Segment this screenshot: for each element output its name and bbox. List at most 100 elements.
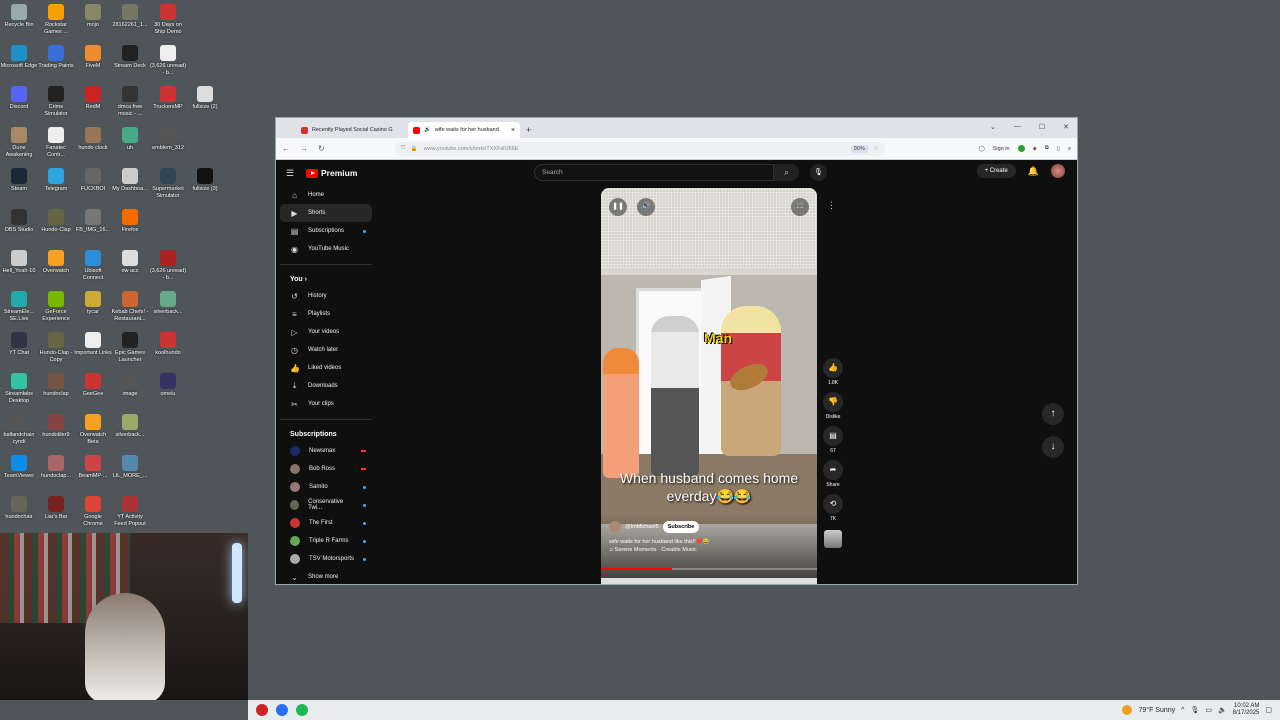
desktop-icon[interactable]: mojo <box>74 4 112 29</box>
desktop-icon[interactable]: Hundo-Clap - Copy <box>37 332 75 364</box>
desktop-icon[interactable]: Recycle Bin <box>0 4 38 29</box>
desktop-icon[interactable]: emblem_312 <box>149 127 187 152</box>
next-short-arrow-down-icon[interactable]: ↓ <box>1042 436 1064 458</box>
sidebar-item-your-clips[interactable]: ✂ Your clips <box>280 395 372 413</box>
desktop-icon[interactable]: 30 Days on Ship Demo <box>149 4 187 36</box>
search-input[interactable]: Search <box>534 164 774 181</box>
desktop-icon[interactable]: YT Activity Feed Popout <box>111 496 149 528</box>
volume-icon[interactable]: 🔊 <box>637 198 655 216</box>
desktop-icon[interactable]: Hell_Yeah-10 <box>0 250 38 275</box>
desktop-icon[interactable]: hundochair <box>0 496 38 521</box>
speaker-tray-icon[interactable]: 🔈 <box>1218 706 1227 714</box>
tab-youtube[interactable]: 🔊 wife waits for her husband × <box>408 122 520 138</box>
desktop-icon[interactable]: Telegram <box>37 168 75 193</box>
subscription-samito[interactable]: Samito <box>280 478 372 496</box>
desktop-icon[interactable]: BeamMP-... <box>74 455 112 480</box>
desktop-icon[interactable]: (3,626 unread) - b... <box>149 250 187 282</box>
desktop-icon[interactable]: StreamEle... SE.Live <box>0 291 38 323</box>
desktop-icon[interactable]: TeamViewer <box>0 455 38 480</box>
tab-casino[interactable]: Recently Played Social Casino G <box>296 122 408 138</box>
signin-button[interactable]: Sign in <box>993 146 1010 152</box>
account-icon[interactable]: ◯ <box>979 146 985 152</box>
desktop-icon[interactable]: GeeGee <box>74 373 112 398</box>
desktop-icon[interactable]: Ubisoft Connect <box>74 250 112 282</box>
extension-icon[interactable] <box>1017 145 1025 152</box>
create-button[interactable]: + Create <box>976 164 1016 178</box>
address-bar[interactable]: ⛉ 🔒 www.youtube.com/shorts/TXXFxlIJ56E 9… <box>394 141 885 156</box>
you-header[interactable]: You › <box>280 271 372 287</box>
desktop-icon[interactable]: silverback... <box>149 291 187 316</box>
desktop-icon[interactable]: FUCKBOI <box>74 168 112 193</box>
reload-icon[interactable]: ↻ <box>318 144 325 153</box>
sidebar-item-youtube-music[interactable]: ◉ YouTube Music <box>280 240 372 258</box>
progress-bar[interactable] <box>601 568 817 570</box>
close-tab-icon[interactable]: × <box>511 127 515 134</box>
channel-avatar[interactable] <box>609 521 621 533</box>
sidebar-icon[interactable]: ▯ <box>1057 146 1060 152</box>
show-more-button[interactable]: ⌄ Show more <box>280 568 372 586</box>
microphone-icon[interactable]: 🎙 <box>810 164 827 181</box>
desktop-icon[interactable]: ow acc <box>111 250 149 275</box>
notifications-icon[interactable]: 🔔 <box>1028 166 1039 177</box>
subscription-triple-r-farms[interactable]: Triple R Farms <box>280 532 372 550</box>
desktop-icon[interactable]: Trading Paints <box>37 45 75 70</box>
zoom-badge[interactable]: 90% <box>850 144 868 153</box>
sidebar-item-your-videos[interactable]: ▷ Your videos <box>280 323 372 341</box>
subscribe-button[interactable]: Subscribe <box>662 521 700 533</box>
desktop-icon[interactable]: hundo clock <box>74 127 112 152</box>
taskbar-app-icon[interactable] <box>296 704 308 716</box>
music-credit[interactable]: ♫ Serene Moments · Creable Music <box>609 546 809 554</box>
desktop-icon[interactable]: OBS Studio <box>0 209 38 234</box>
desktop-icon[interactable]: Stream Deck <box>111 45 149 70</box>
fullscreen-icon[interactable]: ⛶ <box>791 198 809 216</box>
desktop-icon[interactable]: Steam <box>0 168 38 193</box>
hamburger-menu-icon[interactable]: ☰ <box>286 168 306 179</box>
extension-2-icon[interactable]: ◈ <box>1033 146 1037 152</box>
channel-name[interactable]: @ImMichael5 <box>625 523 659 531</box>
desktop-icon[interactable]: hundotiler9 <box>37 414 75 439</box>
youtube-logo[interactable]: Premium <box>306 168 357 178</box>
shorts-player[interactable]: Man When husband comes home everday😂😂 ❚❚… <box>601 188 817 584</box>
avatar[interactable] <box>1051 164 1065 178</box>
desktop-icon[interactable]: FiveM <box>74 45 112 70</box>
taskbar-app-icon[interactable] <box>256 704 268 716</box>
extensions-icon[interactable]: ⧉ <box>1045 145 1049 152</box>
dislike-icon[interactable]: 👎 <box>823 392 843 412</box>
desktop-icon[interactable]: dmca free music - ... <box>111 86 149 118</box>
maximize-icon[interactable]: ☐ <box>1039 123 1045 131</box>
desktop-icon[interactable]: Supermarket Simulator <box>149 168 187 200</box>
desktop-icon[interactable]: Important Links <box>74 332 112 357</box>
network-icon[interactable]: ▭ <box>1205 706 1212 714</box>
subscription-the-first[interactable]: The First <box>280 514 372 532</box>
desktop-icon[interactable]: omelu <box>149 373 187 398</box>
desktop-icon[interactable]: 28162261_1... <box>111 4 149 29</box>
desktop-icon[interactable]: RedM <box>74 86 112 111</box>
shield-icon[interactable]: ⛉ <box>401 145 405 152</box>
desktop-icon[interactable]: Overwatch Beta <box>74 414 112 446</box>
desktop-icon[interactable]: Overwatch <box>37 250 75 275</box>
desktop-icon[interactable]: uh <box>111 127 149 152</box>
desktop-icon[interactable]: Discord <box>0 86 38 111</box>
desktop-icon[interactable]: Liar's Bar <box>37 496 75 521</box>
comment-icon[interactable]: ▤ <box>823 426 843 446</box>
remix-icon[interactable]: ⟲ <box>823 494 843 514</box>
desktop-icon[interactable]: (3,626 unread) - b... <box>149 45 187 77</box>
notification-center-icon[interactable]: ▢ <box>1265 706 1272 714</box>
weather-text[interactable]: 79°F Sunny <box>1138 707 1175 714</box>
desktop-icon[interactable]: My Dashboa... <box>111 168 149 193</box>
desktop-icon[interactable]: LIL_MORE_... <box>111 455 149 480</box>
desktop-icon[interactable]: Firefox <box>111 209 149 234</box>
subscription-newsmax[interactable]: Newsmax <box>280 442 372 460</box>
share-icon[interactable]: ➦ <box>823 460 843 480</box>
sidebar-item-watch-later[interactable]: ◷ Watch later <box>280 341 372 359</box>
desktop-icon[interactable]: fullsize (2) <box>186 86 224 111</box>
desktop-icon[interactable]: Fanatec Contr... <box>37 127 75 159</box>
minimize-icon[interactable]: — <box>1014 123 1021 131</box>
desktop-icon[interactable]: Rockstar Games ... <box>37 4 75 36</box>
subscription-conservative-twi[interactable]: Conservative Twi... <box>280 496 372 514</box>
short-title[interactable]: wife waits for her husband like this!!❤️… <box>609 538 809 546</box>
like-icon[interactable]: 👍 <box>823 358 843 378</box>
desktop-icon[interactable]: hundoclap... <box>37 455 75 480</box>
sound-thumbnail[interactable] <box>824 530 842 548</box>
desktop-icon[interactable]: tycar <box>74 291 112 316</box>
